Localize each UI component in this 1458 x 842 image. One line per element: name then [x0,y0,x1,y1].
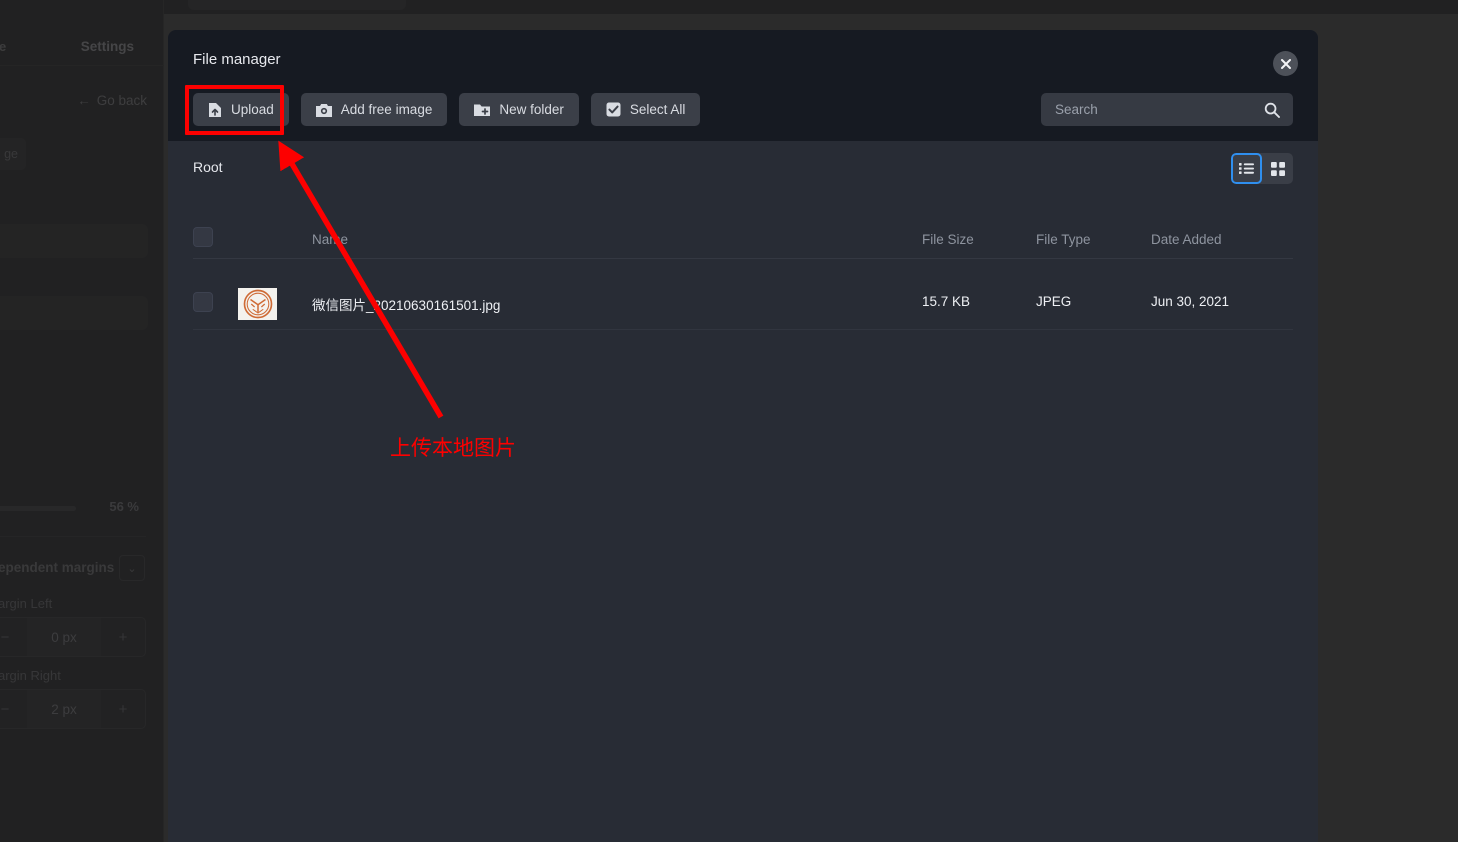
grid-view-icon [1270,161,1285,176]
file-manager-dialog: File manager Upload Add free image New f… [168,30,1318,842]
close-button[interactable] [1273,51,1298,76]
row-file-name[interactable]: 微信图片_20210630161501.jpg [312,294,500,314]
column-header-file-type[interactable]: File Type [1036,232,1091,247]
column-header-file-size[interactable]: File Size [922,232,974,247]
upload-button[interactable]: Upload [193,93,289,126]
row-date-added: Jun 30, 2021 [1151,294,1230,309]
upload-button-label: Upload [231,102,274,117]
row-checkbox[interactable] [193,292,213,312]
grid-view-button[interactable] [1262,153,1293,184]
checkbox-checked-icon [606,102,621,117]
select-all-checkbox-cell [193,227,213,247]
dialog-header: File manager Upload Add free image New f… [168,30,1318,141]
row-file-type: JPEG [1036,294,1072,309]
breadcrumb[interactable]: Root [193,159,223,175]
close-icon [1280,58,1291,69]
column-header-date-added[interactable]: Date Added [1151,232,1222,247]
select-all-checkbox[interactable] [193,227,213,247]
folder-plus-icon [474,103,491,117]
screen: re Settings ←Go back ge 56 % ependent ma… [0,0,1458,842]
search-input[interactable] [1041,93,1264,126]
file-upload-icon [208,102,222,118]
view-toggle [1231,153,1293,184]
toolbar: Upload Add free image New folder Select … [193,93,701,126]
row-file-size: 15.7 KB [922,294,971,309]
list-view-button[interactable] [1231,153,1262,184]
column-header-name[interactable]: Name [312,232,348,247]
select-all-button[interactable]: Select All [590,93,701,126]
select-all-label: Select All [629,102,686,117]
search-box[interactable] [1041,93,1293,126]
add-free-image-button[interactable]: Add free image [300,93,448,126]
table-row[interactable]: 微信图片_20210630161501.jpg 15.7 KB JPEG Jun… [193,283,1293,330]
dialog-title: File manager [193,51,281,68]
breadcrumb-bar: Root [168,141,1318,199]
new-folder-label: New folder [499,102,564,117]
add-free-image-label: Add free image [340,102,433,117]
row-thumbnail [238,288,277,320]
row-checkbox-cell [193,292,213,312]
new-folder-button[interactable]: New folder [459,93,579,126]
camera-icon [315,103,332,117]
orange-emblem-thumbnail [243,289,272,319]
list-view-icon [1239,163,1254,174]
search-icon[interactable] [1264,102,1293,118]
table-header: Name File Size File Type Date Added [193,227,1293,259]
